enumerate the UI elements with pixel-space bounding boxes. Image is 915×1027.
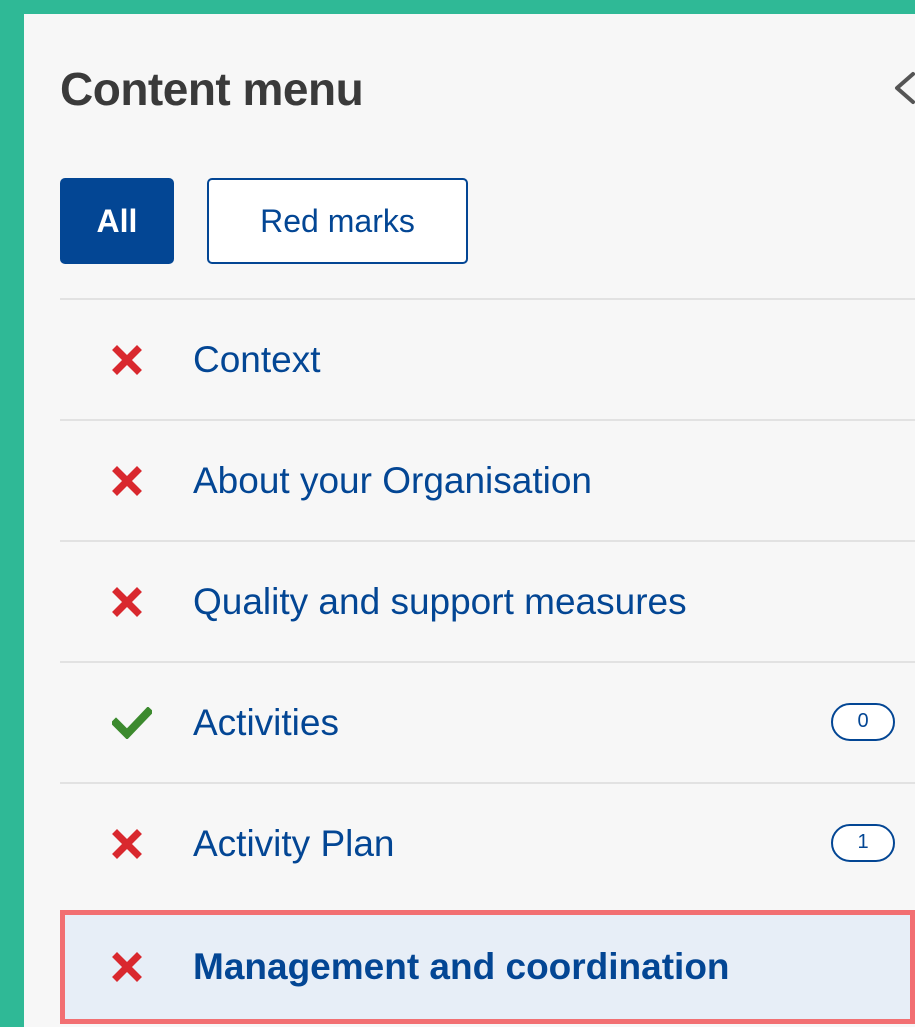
menu-item-label: Activity Plan xyxy=(193,822,395,864)
cross-icon xyxy=(112,421,156,540)
check-icon xyxy=(112,663,156,782)
cross-icon xyxy=(112,542,156,661)
filter-red-marks-button[interactable]: Red marks xyxy=(207,178,468,264)
menu-item-label: About your Organisation xyxy=(193,459,593,501)
menu-item-management-and-coordination[interactable]: Management and coordination xyxy=(60,910,915,1024)
content-menu-header: Content menu xyxy=(60,14,915,164)
count-badge: 1 xyxy=(831,823,895,862)
menu-item-quality-and-support-measures[interactable]: Quality and support measures xyxy=(60,540,915,661)
count-badge: 0 xyxy=(831,702,895,741)
menu-item-activity-plan[interactable]: Activity Plan 1 xyxy=(60,782,915,903)
content-menu-panel: Content menu All Red marks Context About… xyxy=(24,14,915,1027)
chevron-left-icon[interactable] xyxy=(891,66,915,110)
menu-item-label: Management and coordination xyxy=(193,946,730,987)
cross-icon xyxy=(112,300,156,419)
content-menu-list: Context About your Organisation Quality … xyxy=(60,298,915,1024)
cross-icon xyxy=(112,784,156,903)
panel-title: Content menu xyxy=(60,63,364,115)
menu-item-label: Context xyxy=(193,338,321,380)
menu-item-activities[interactable]: Activities 0 xyxy=(60,661,915,782)
filter-all-button[interactable]: All xyxy=(60,178,174,264)
menu-item-about-your-organisation[interactable]: About your Organisation xyxy=(60,419,915,540)
menu-item-label: Quality and support measures xyxy=(193,580,687,622)
menu-item-label: Activities xyxy=(193,701,339,743)
menu-item-context[interactable]: Context xyxy=(60,298,915,419)
cross-icon xyxy=(112,910,156,1024)
